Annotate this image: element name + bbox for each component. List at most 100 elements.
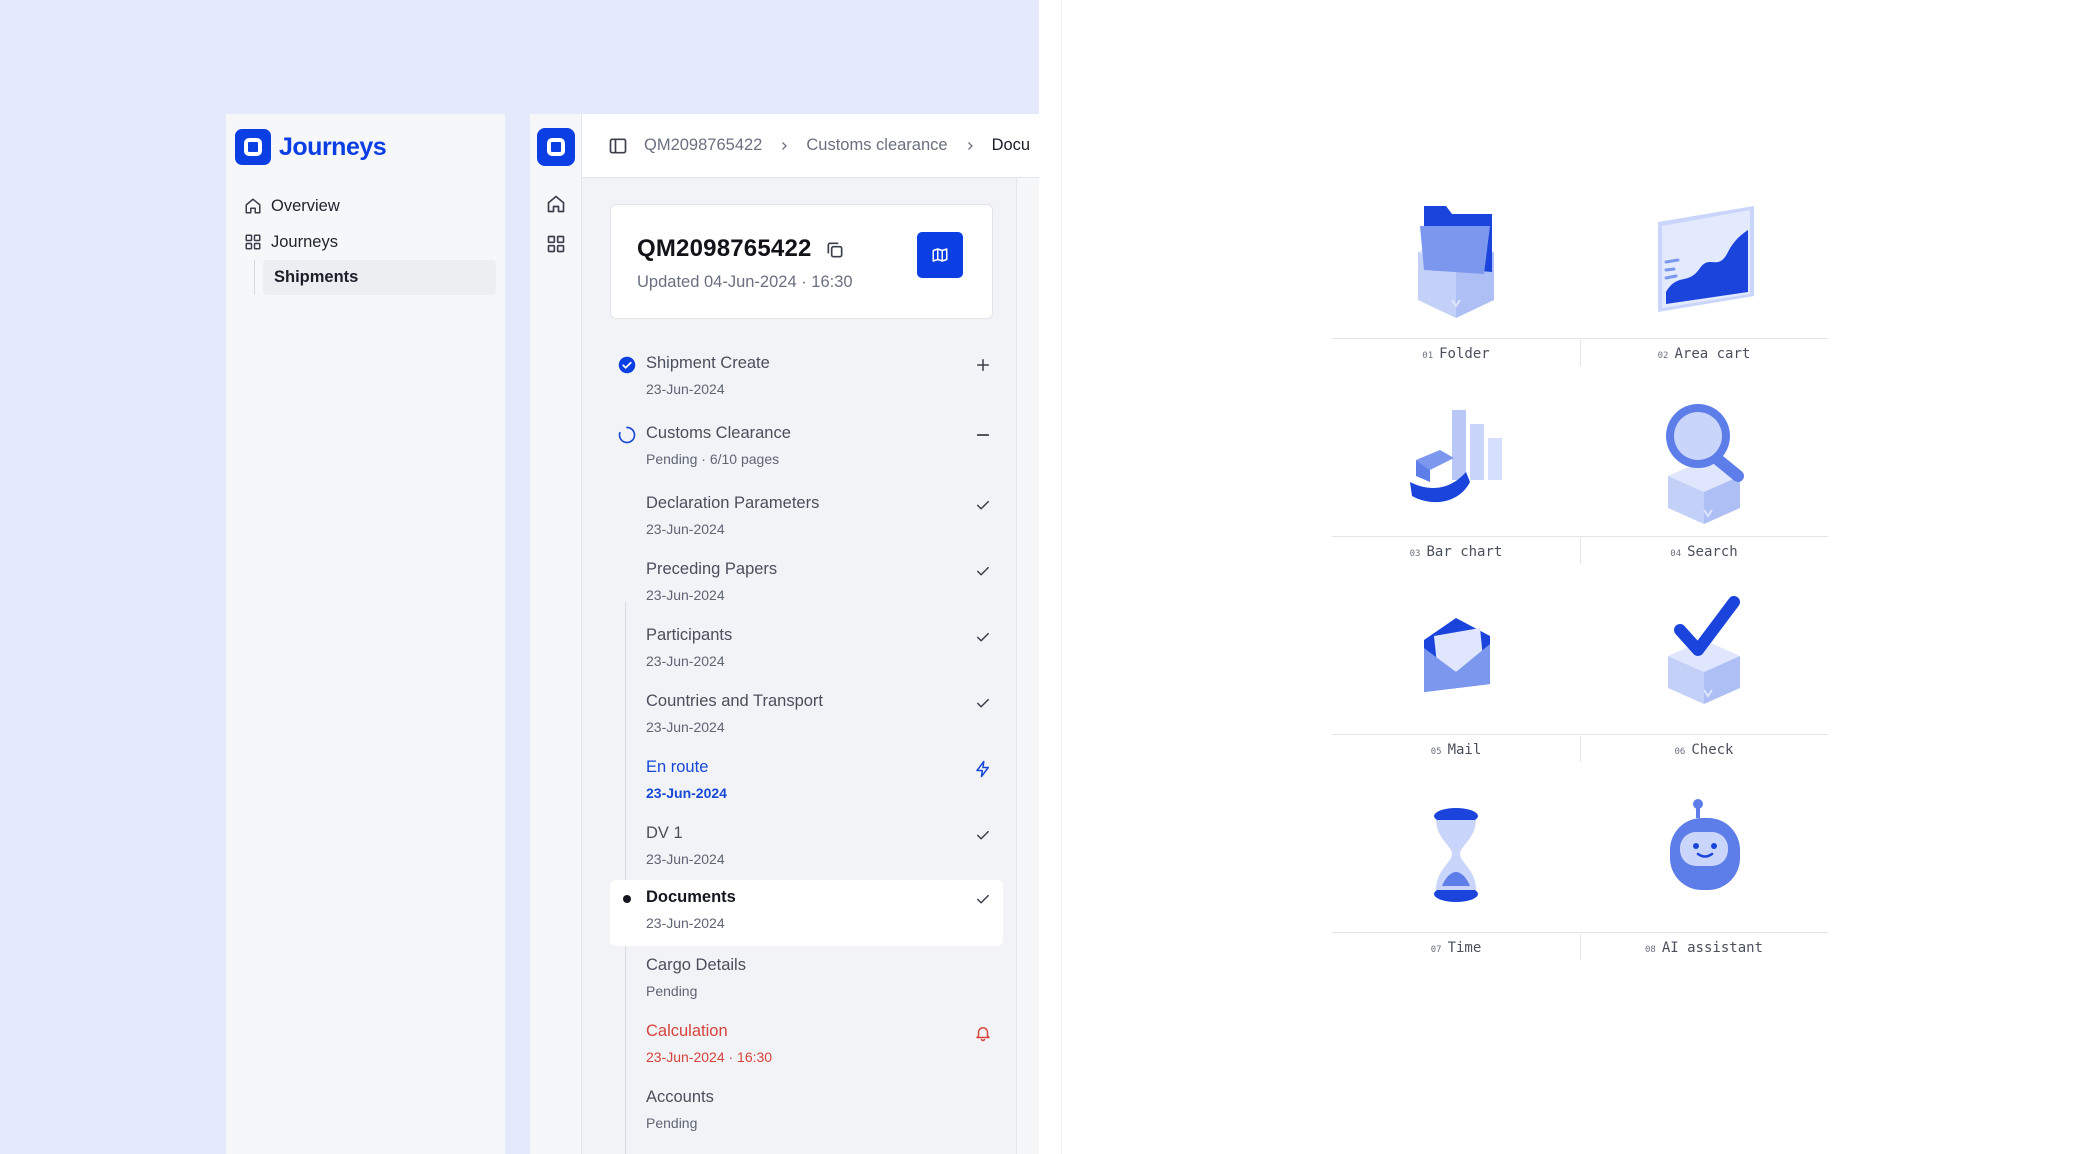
folder-icon — [1418, 206, 1494, 318]
tile-rule — [1580, 338, 1828, 339]
step-title: DV 1 — [646, 824, 683, 842]
lightning-icon — [976, 760, 989, 778]
checkmark-icon — [977, 830, 989, 840]
sidebar-toggle-icon[interactable] — [608, 136, 628, 156]
tile-number: 08 — [1645, 945, 1656, 955]
copy-icon[interactable] — [825, 240, 845, 260]
step-title: Cargo Details — [646, 956, 746, 974]
tile-number: 06 — [1674, 747, 1686, 757]
brand-logo[interactable]: Journeys — [235, 128, 387, 166]
icon-tile-mail: 05 Mail — [1332, 596, 1581, 776]
check-box-icon — [1668, 596, 1740, 704]
tile-caption: 05 Mail — [1332, 742, 1580, 758]
grid-icon[interactable] — [546, 234, 566, 254]
step-date: 23-Jun-2024 — [646, 653, 725, 669]
step-date: Pending · 6/10 pages — [646, 451, 780, 467]
breadcrumb: QM2098765422 Customs clearance Docu — [582, 114, 1039, 178]
substep-en-route[interactable]: En route 23-Jun-2024 — [610, 750, 1003, 812]
tile-rule — [1332, 734, 1580, 735]
map-icon — [932, 248, 948, 262]
hourglass-icon — [1434, 808, 1478, 902]
bell-icon[interactable] — [974, 1024, 992, 1042]
panel-divider — [1039, 0, 1061, 1154]
tile-rule — [1580, 734, 1828, 735]
substep-documents[interactable]: Documents 23-Jun-2024 — [610, 880, 1003, 946]
area-chart-icon — [1658, 206, 1754, 312]
sidebar-item-journeys[interactable]: Journeys — [244, 225, 338, 259]
breadcrumb-item-shipment[interactable]: QM2098765422 — [644, 136, 762, 155]
sidebar-item-overview[interactable]: Overview — [244, 189, 340, 223]
substep-preceding-papers[interactable]: Preceding Papers 23-Jun-2024 — [610, 552, 1003, 614]
grid-icon — [245, 234, 261, 250]
home-icon — [245, 198, 261, 214]
bar-chart-icon — [1410, 410, 1502, 503]
step-title: Accounts — [646, 1088, 714, 1106]
substep-dv1[interactable]: DV 1 23-Jun-2024 — [610, 816, 1003, 878]
tile-number: 04 — [1670, 549, 1682, 559]
substep-calculation[interactable]: Calculation 23-Jun-2024 · 16:30 — [610, 1014, 1003, 1076]
tile-label: Time — [1447, 940, 1482, 956]
step-date: 23-Jun-2024 — [646, 915, 725, 931]
substep-countries-transport[interactable]: Countries and Transport 23-Jun-2024 — [610, 684, 1003, 746]
breadcrumb-item-current: Docu — [991, 136, 1031, 154]
breadcrumb-item-customs[interactable]: Customs clearance — [806, 136, 947, 155]
chevron-right-icon — [782, 141, 788, 150]
checkmark-icon — [977, 894, 989, 904]
step-date: 23-Jun-2024 — [646, 381, 725, 397]
step-title: Shipment Create — [646, 354, 770, 372]
rail-logo-icon[interactable] — [537, 128, 575, 166]
icon-tile-area-chart: 02 Area cart — [1580, 200, 1828, 380]
substep-cargo-details[interactable]: Cargo Details Pending — [610, 948, 1003, 1010]
tile-caption: 02 Area cart — [1580, 346, 1828, 362]
tile-caption: 01 Folder — [1332, 346, 1580, 362]
icon-tile-bar-chart: 03 Bar chart — [1332, 398, 1581, 578]
tile-label: AI assistant — [1661, 940, 1763, 956]
tile-label: Search — [1687, 544, 1738, 560]
tile-label: Folder — [1439, 346, 1490, 362]
icon-tile-time: 07 Time — [1332, 794, 1581, 974]
tile-number: 01 — [1422, 351, 1434, 361]
tile-number: 05 — [1430, 747, 1442, 757]
plus-icon[interactable] — [974, 356, 992, 374]
icon-tile-folder: 01 Folder — [1332, 200, 1581, 380]
icon-sheet-panel: 01 Folder 02 Area cart 03 Bar chart 04 S… — [1061, 0, 2100, 1154]
step-customs-clearance[interactable]: Customs Clearance Pending · 6/10 pages — [610, 416, 1003, 478]
step-title: Documents — [646, 888, 736, 906]
loading-spinner-icon — [618, 426, 636, 444]
substep-accounts[interactable]: Accounts Pending — [610, 1080, 1003, 1142]
nav-indent-line — [254, 260, 255, 295]
step-date: Pending — [646, 1115, 698, 1131]
step-title: Calculation — [646, 1022, 728, 1040]
detail-panel-edge — [1016, 178, 1039, 1154]
step-title: Declaration Parameters — [646, 494, 820, 512]
step-shipment-create[interactable]: Shipment Create 23-Jun-2024 — [610, 346, 1003, 408]
icon-tile-ai-assistant: 08 AI assistant — [1580, 794, 1828, 974]
main-content: QM2098765422 Customs clearance Docu QM20… — [582, 114, 1039, 1154]
tile-number: 03 — [1409, 549, 1421, 559]
tile-rule — [1580, 536, 1828, 537]
shipment-header-card: QM2098765422 Updated 04-Jun-2024 · 16:30 — [610, 204, 993, 319]
tile-label: Mail — [1447, 742, 1482, 758]
step-title: Participants — [646, 626, 733, 644]
minus-icon[interactable] — [974, 426, 992, 444]
tile-label: Check — [1691, 742, 1734, 758]
step-date: 23-Jun-2024 — [646, 851, 725, 867]
checkmark-icon — [977, 500, 989, 510]
step-date: 23-Jun-2024 — [646, 719, 725, 735]
step-title: En route — [646, 758, 709, 776]
map-button[interactable] — [917, 232, 963, 278]
brand-name: Journeys — [279, 132, 387, 161]
tile-rule — [1332, 932, 1580, 933]
tile-caption: 07 Time — [1332, 940, 1580, 956]
icon-tile-search: 04 Search — [1580, 398, 1828, 578]
app-screenshot-panel: Journeys Overview Journeys Shipments QM2… — [0, 0, 1039, 1154]
sidebar-item-label: Overview — [271, 196, 340, 215]
home-icon[interactable] — [546, 194, 566, 214]
substep-participants[interactable]: Participants 23-Jun-2024 — [610, 618, 1003, 680]
sidebar-item-shipments[interactable]: Shipments — [263, 260, 496, 295]
checkmark-icon — [977, 566, 989, 576]
substep-declaration-parameters[interactable]: Declaration Parameters 23-Jun-2024 — [610, 486, 1003, 548]
tile-caption: 04 Search — [1580, 544, 1828, 560]
tile-number: 07 — [1430, 945, 1442, 955]
sidebar-item-label: Journeys — [271, 232, 338, 251]
